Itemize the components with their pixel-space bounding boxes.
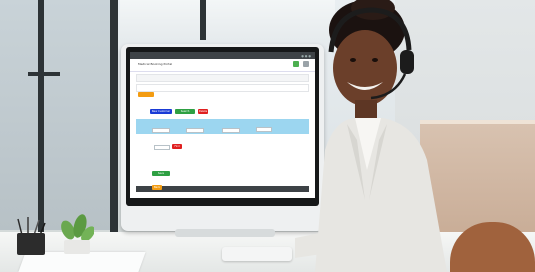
new-customer-button[interactable]: New Customer — [150, 109, 172, 114]
monitor-stand — [175, 229, 275, 237]
lookup-field[interactable] — [154, 145, 170, 150]
form-field[interactable] — [152, 128, 170, 133]
keyboard — [222, 247, 292, 261]
window-frame — [110, 0, 118, 235]
window-frame — [28, 72, 60, 76]
office-scene: ● ● ● Medical Booking Portal New Custome… — [0, 0, 535, 272]
back-button[interactable]: Back — [152, 185, 162, 190]
monitor: ● ● ● Medical Booking Portal New Custome… — [121, 44, 324, 231]
paper-sheet — [18, 252, 146, 272]
pen-holder — [17, 217, 46, 255]
find-button[interactable]: Find — [172, 144, 182, 149]
plant — [61, 214, 94, 254]
form-band — [136, 119, 309, 134]
screen-header: Medical Booking Portal — [130, 59, 315, 72]
window-frame — [200, 0, 206, 40]
info-row — [136, 84, 309, 92]
screen-titlebar: ● ● ● — [130, 52, 315, 59]
monitor-bezel: ● ● ● Medical Booking Portal New Custome… — [126, 47, 319, 206]
search-button[interactable]: Search — [175, 109, 195, 114]
form-field[interactable] — [256, 127, 272, 132]
monitor-screen: ● ● ● Medical Booking Portal New Custome… — [130, 52, 315, 198]
support-agent — [295, 0, 447, 272]
delete-button[interactable]: Delete — [198, 109, 208, 114]
window-left — [0, 0, 115, 230]
window-frame — [38, 0, 44, 235]
form-field[interactable] — [222, 128, 240, 133]
toolbar-row — [136, 74, 309, 82]
save-button[interactable]: Save — [152, 171, 170, 176]
form-field[interactable] — [186, 128, 204, 133]
orange-tag[interactable] — [138, 92, 154, 97]
app-title: Medical Booking Portal — [138, 62, 173, 66]
